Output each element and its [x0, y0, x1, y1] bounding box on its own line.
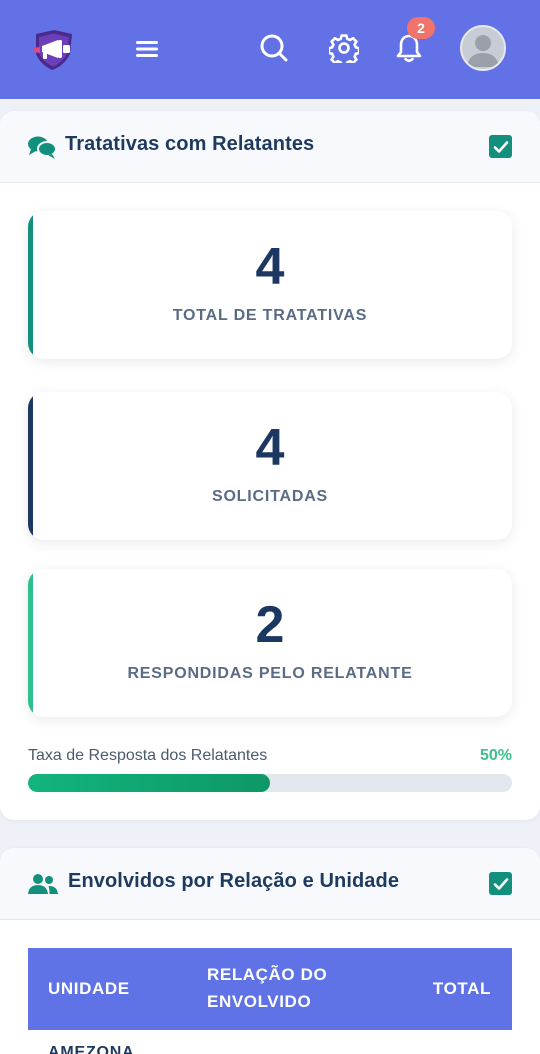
- megaphone-shield-icon[interactable]: [30, 28, 78, 72]
- table-header: UNIDADE RELAÇÃO DO ENVOLVIDO TOTAL: [28, 948, 512, 1030]
- column-header-line: ENVOLVIDO: [207, 992, 312, 1011]
- response-rate-label: Taxa de Resposta dos Relatantes: [28, 747, 268, 764]
- search-icon[interactable]: [258, 32, 290, 64]
- response-rate-progress: [28, 774, 512, 792]
- response-rate-percent: 50%: [479, 747, 512, 764]
- column-header-unidade[interactable]: UNIDADE: [48, 975, 130, 1002]
- tratativas-card-header: Tratativas com Relatantes: [0, 111, 540, 183]
- stat-total-tratativas: 4 TOTAL DE TRATATIVAS: [28, 211, 512, 359]
- column-header-total[interactable]: TOTAL: [433, 975, 491, 1002]
- tratativas-title: Tratativas com Relatantes: [65, 133, 315, 155]
- stat-solicitadas: 4 SOLICITADAS: [28, 392, 512, 540]
- user-avatar-icon[interactable]: [460, 25, 506, 71]
- envolvidos-card-header: Envolvidos por Relação e Unidade: [0, 848, 540, 920]
- response-rate-progress-fill: [28, 774, 270, 792]
- stat-value: 4: [255, 419, 285, 477]
- users-icon: [28, 872, 58, 896]
- stat-label: RESPONDIDAS PELO RELATANTE: [127, 665, 413, 682]
- envolvidos-title: Envolvidos por Relação e Unidade: [68, 870, 400, 892]
- chat-bubbles-icon: [27, 135, 57, 159]
- envolvidos-card: Envolvidos por Relação e Unidade UNIDADE…: [0, 848, 540, 1054]
- tratativas-card: Tratativas com Relatantes 4 TOTAL DE TRA…: [0, 111, 540, 820]
- envolvidos-checkbox[interactable]: [489, 872, 512, 895]
- stat-respondidas: 2 RESPONDIDAS PELO RELATANTE: [28, 569, 512, 717]
- gear-icon[interactable]: [328, 32, 360, 64]
- hamburger-icon[interactable]: [132, 34, 162, 64]
- tratativas-checkbox[interactable]: [489, 135, 512, 158]
- column-header-line: RELAÇÃO DO: [207, 965, 328, 984]
- column-header-relacao[interactable]: RELAÇÃO DO ENVOLVIDO: [207, 961, 327, 1015]
- stat-value: 4: [255, 238, 285, 296]
- table-cell-unidade: AMEZONA: [48, 1044, 135, 1054]
- stat-label: TOTAL DE TRATATIVAS: [172, 307, 368, 324]
- notification-badge: 2: [407, 17, 435, 39]
- stat-value: 2: [255, 596, 285, 654]
- top-navbar: 2: [0, 0, 540, 99]
- stat-label: SOLICITADAS: [211, 488, 329, 505]
